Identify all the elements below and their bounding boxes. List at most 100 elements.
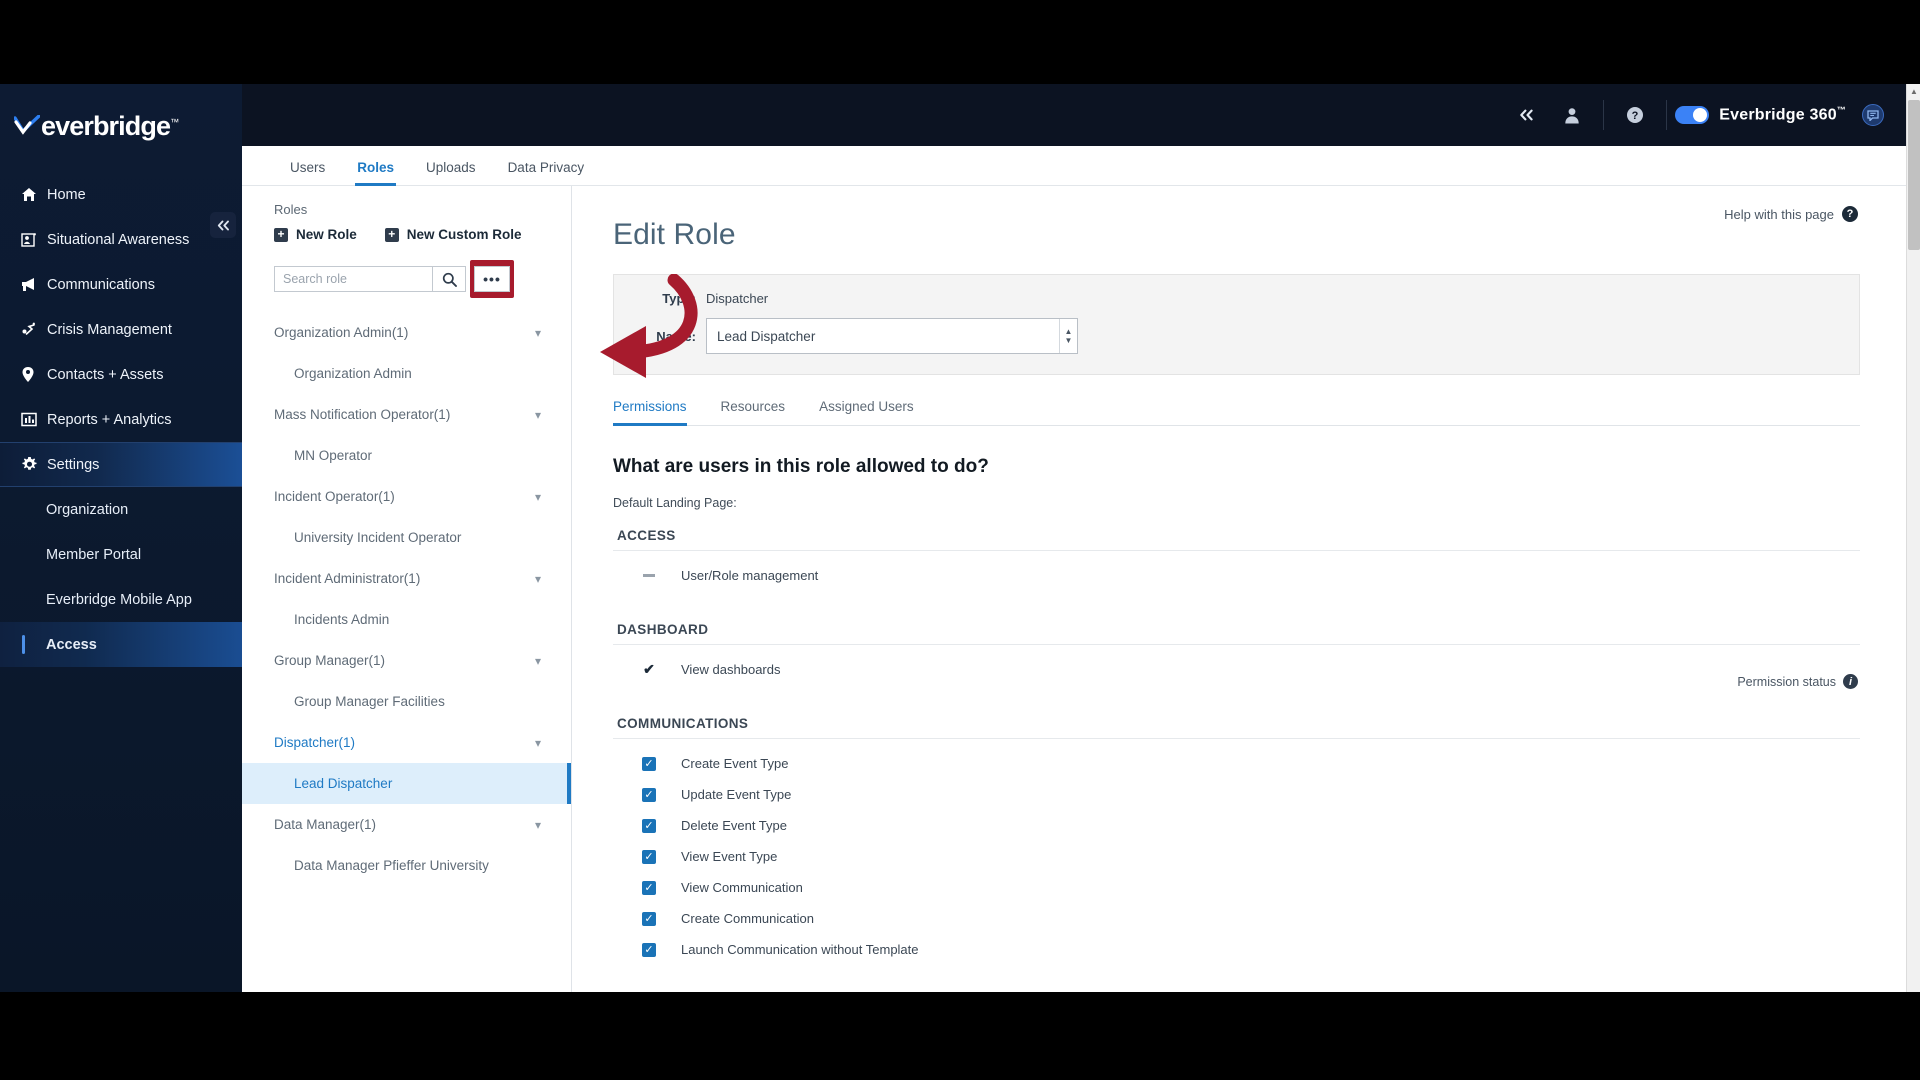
topbar-divider-2 [1666, 100, 1668, 130]
search-role-input[interactable] [274, 266, 432, 292]
logo-trademark: ™ [170, 116, 179, 127]
bar-chart-icon [21, 412, 47, 427]
sidebar-item-settings[interactable]: Settings [0, 442, 242, 487]
tree-item-incidents-admin[interactable]: Incidents Admin [242, 599, 571, 640]
role-name-input[interactable] [707, 319, 1059, 353]
role-type-value: Dispatcher [706, 291, 769, 306]
tab-users[interactable]: Users [274, 160, 341, 185]
sidebar-item-organization[interactable]: Organization [0, 487, 242, 532]
permission-status-link[interactable]: Permission status i [1737, 674, 1858, 689]
tab-uploads[interactable]: Uploads [410, 160, 492, 185]
feedback-chat-icon[interactable] [1862, 104, 1884, 126]
permission-label: Update Event Type [681, 787, 792, 802]
permission-row[interactable]: ✓ View Communication [613, 875, 1860, 900]
role-type-label: Type: [662, 291, 696, 306]
permission-row[interactable]: User/Role management [613, 563, 1860, 588]
crisis-management-icon [21, 322, 47, 338]
sidebar-item-reports-analytics[interactable]: Reports + Analytics [0, 397, 242, 442]
permission-row[interactable]: ✓ Create Event Type [613, 751, 1860, 776]
tab-roles[interactable]: Roles [341, 160, 410, 186]
subtab-resources[interactable]: Resources [721, 399, 802, 425]
left-sidebar: everbridge™ Home Situational Awareness C… [0, 84, 242, 992]
sidebar-item-crisis-management[interactable]: Crisis Management [0, 307, 242, 352]
role-name-row: Name: ▲ ▼ [634, 318, 1839, 354]
everbridge-checkmark-icon [14, 115, 40, 137]
new-custom-role-button[interactable]: + New Custom Role [384, 227, 522, 242]
tree-group-data-manager[interactable]: Data Manager(1) ▾ [242, 804, 571, 845]
tree-group-label: Incident Operator(1) [274, 489, 395, 504]
tree-group-incident-administrator[interactable]: Incident Administrator(1) ▾ [242, 558, 571, 599]
scroll-up-arrow-icon[interactable]: ▲ [1907, 84, 1920, 98]
tree-item-data-manager-pfieffer-university[interactable]: Data Manager Pfieffer University [242, 845, 571, 886]
tree-item-label: Data Manager Pfieffer University [294, 858, 489, 873]
tree-group-incident-operator[interactable]: Incident Operator(1) ▾ [242, 476, 571, 517]
subtab-permissions[interactable]: Permissions [613, 399, 703, 426]
checkbox-checked-icon[interactable]: ✓ [639, 911, 659, 926]
permission-row[interactable]: ✓ Delete Event Type [613, 813, 1860, 838]
sidebar-item-home[interactable]: Home [0, 172, 242, 217]
sidebar-item-communications[interactable]: Communications [0, 262, 242, 307]
scrollbar-thumb[interactable] [1908, 100, 1920, 250]
partial-dash-icon[interactable] [639, 574, 659, 577]
topbar-account-button[interactable] [1549, 84, 1595, 146]
tree-group-organization-admin[interactable]: Organization Admin(1) ▾ [242, 312, 571, 353]
permission-row[interactable]: ✓ Create Communication [613, 906, 1860, 931]
topbar-collapse-button[interactable] [1503, 84, 1549, 146]
help-with-this-page-link[interactable]: Help with this page ? [1724, 206, 1858, 222]
tree-item-label: Organization Admin [294, 366, 412, 381]
chevron-double-left-icon [1520, 109, 1533, 121]
tree-item-lead-dispatcher[interactable]: Lead Dispatcher [242, 763, 571, 804]
everbridge-360-toggle[interactable] [1675, 106, 1710, 124]
new-role-button[interactable]: + New Role [274, 227, 357, 242]
default-landing-page-label: Default Landing Page: [613, 496, 737, 510]
checkbox-checked-icon[interactable]: ✓ [639, 756, 659, 771]
tab-label: Uploads [426, 160, 476, 175]
name-stepper[interactable]: ▲ ▼ [1059, 319, 1077, 353]
tree-group-mass-notification-operator[interactable]: Mass Notification Operator(1) ▾ [242, 394, 571, 435]
checkmark-icon[interactable]: ✔ [639, 661, 659, 678]
tree-item-label: Lead Dispatcher [294, 776, 393, 791]
permission-row[interactable]: ✓ Launch Communication without Template [613, 937, 1860, 962]
plus-icon: + [384, 227, 399, 242]
tree-item-mn-operator[interactable]: MN Operator [242, 435, 571, 476]
permission-label: View Event Type [681, 849, 778, 864]
permission-label: Launch Communication without Template [681, 942, 919, 957]
more-options-button[interactable]: ••• [474, 266, 510, 292]
search-button[interactable] [432, 266, 466, 292]
tree-item-university-incident-operator[interactable]: University Incident Operator [242, 517, 571, 558]
edit-role-panel: Help with this page ? Edit Role Type: Di… [573, 186, 1900, 992]
sidebar-nav: Home Situational Awareness Communication… [0, 172, 242, 667]
role-name-field[interactable]: ▲ ▼ [706, 318, 1078, 354]
role-search-row: ••• [242, 242, 571, 298]
page-scrollbar[interactable]: ▲ [1906, 84, 1920, 992]
roles-tree: Organization Admin(1) ▾ Organization Adm… [242, 312, 571, 886]
checkbox-checked-icon[interactable]: ✓ [639, 880, 659, 895]
tree-group-group-manager[interactable]: Group Manager(1) ▾ [242, 640, 571, 681]
sidebar-item-access[interactable]: Access [0, 622, 242, 667]
subtab-assigned-users[interactable]: Assigned Users [819, 399, 930, 425]
tab-data-privacy[interactable]: Data Privacy [492, 160, 601, 185]
stepper-down-icon[interactable]: ▼ [1065, 336, 1073, 345]
checkbox-checked-icon[interactable]: ✓ [639, 849, 659, 864]
sidebar-item-member-portal[interactable]: Member Portal [0, 532, 242, 577]
tree-item-organization-admin[interactable]: Organization Admin [242, 353, 571, 394]
permission-row[interactable]: ✔ View dashboards [613, 657, 1860, 682]
checkbox-checked-icon[interactable]: ✓ [639, 787, 659, 802]
sidebar-item-label: Communications [47, 276, 155, 293]
topbar-help-button[interactable]: ? [1612, 84, 1658, 146]
permission-row[interactable]: ✓ Update Event Type [613, 782, 1860, 807]
permission-label: Create Event Type [681, 756, 789, 771]
roles-list-panel: Roles + New Role + New Custom Role Searc… [242, 186, 572, 992]
sidebar-item-situational-awareness[interactable]: Situational Awareness [0, 217, 242, 262]
more-options-label: ••• [483, 271, 501, 287]
permission-row[interactable]: ✓ View Event Type [613, 844, 1860, 869]
more-options-highlight: ••• [470, 260, 514, 298]
sidebar-item-contacts-assets[interactable]: Contacts + Assets [0, 352, 242, 397]
stepper-up-icon[interactable]: ▲ [1065, 327, 1073, 336]
permission-label: View Communication [681, 880, 803, 895]
checkbox-checked-icon[interactable]: ✓ [639, 942, 659, 957]
checkbox-checked-icon[interactable]: ✓ [639, 818, 659, 833]
sidebar-item-everbridge-mobile-app[interactable]: Everbridge Mobile App [0, 577, 242, 622]
tree-group-dispatcher[interactable]: Dispatcher(1) ▾ [242, 722, 571, 763]
tree-item-group-manager-facilities[interactable]: Group Manager Facilities [242, 681, 571, 722]
